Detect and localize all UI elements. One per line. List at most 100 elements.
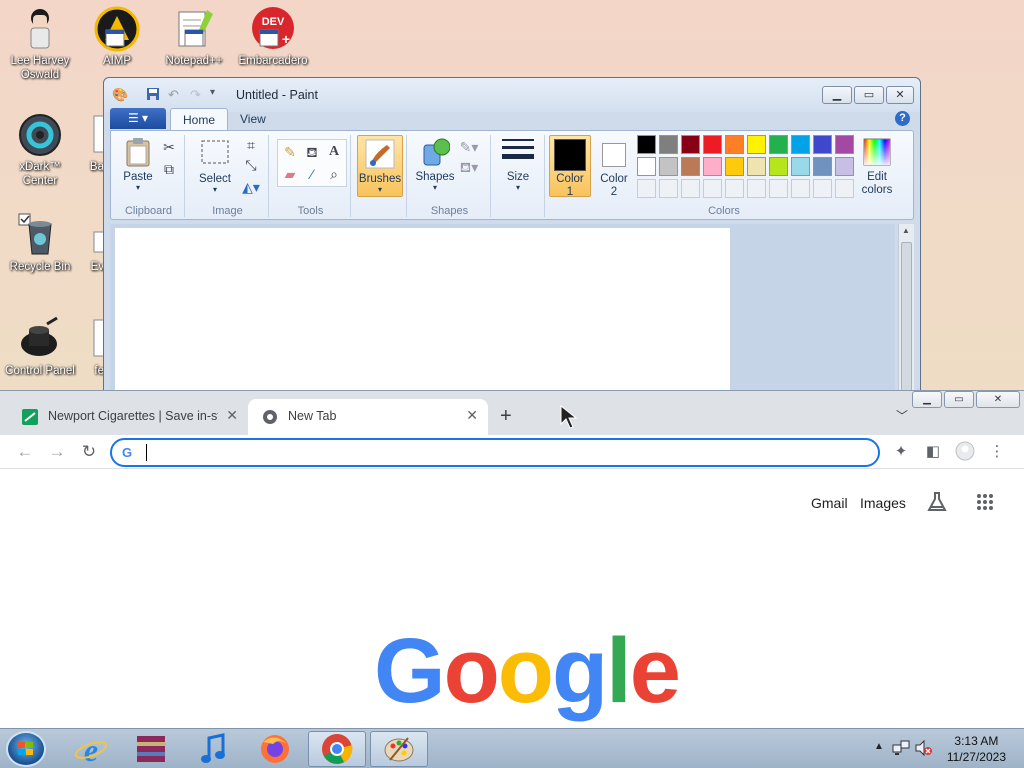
- color-swatch[interactable]: [681, 157, 700, 176]
- forward-icon[interactable]: →: [46, 441, 68, 463]
- size-button[interactable]: Size ▾: [499, 137, 537, 192]
- color-swatch[interactable]: [835, 135, 854, 154]
- scrollbar-thumb[interactable]: [901, 242, 912, 392]
- color-picker-icon[interactable]: ⁄: [302, 164, 322, 184]
- side-panel-icon[interactable]: ◧: [922, 441, 944, 463]
- desktop-icon-aimp[interactable]: AIMP: [77, 6, 157, 68]
- reload-icon[interactable]: ↻: [78, 441, 100, 463]
- pencil-icon[interactable]: ✎: [280, 142, 300, 162]
- vertical-scrollbar[interactable]: ▲: [898, 224, 914, 397]
- taskbar-firefox[interactable]: [246, 731, 304, 767]
- desktop-icon-xdark-center[interactable]: xDark™ Center: [0, 112, 80, 188]
- address-bar[interactable]: G: [110, 438, 880, 467]
- minimize-button[interactable]: ▁: [822, 86, 852, 104]
- chrome-window[interactable]: Newport Cigarettes | Save in-store ✕ New…: [0, 390, 1024, 728]
- text-icon[interactable]: A: [324, 142, 344, 162]
- crop-icon[interactable]: ⌗: [241, 135, 261, 155]
- color1-button[interactable]: Color 1: [549, 135, 591, 198]
- taskbar-internet-explorer[interactable]: e: [62, 731, 120, 768]
- color-swatch[interactable]: [769, 135, 788, 154]
- shape-fill-icon[interactable]: ⛾▾: [459, 157, 479, 177]
- start-button[interactable]: [6, 731, 46, 767]
- resize-icon[interactable]: ⤡: [241, 155, 261, 175]
- show-hidden-icons-icon[interactable]: ▲: [874, 741, 884, 752]
- close-button[interactable]: ✕: [976, 391, 1020, 408]
- drawing-canvas[interactable]: [115, 228, 730, 398]
- color-swatch[interactable]: [681, 135, 700, 154]
- paint-titlebar[interactable]: 🎨 ↶ ↷ ▾ Untitled - Paint ▁ ▭ ✕: [104, 78, 920, 112]
- close-icon[interactable]: ✕: [466, 407, 478, 424]
- minimize-button[interactable]: ▁: [912, 391, 942, 408]
- desktop-icon-recycle-bin[interactable]: Recycle Bin: [0, 212, 80, 274]
- color-swatch[interactable]: [813, 179, 832, 198]
- cut-icon[interactable]: ✂: [159, 137, 179, 157]
- network-icon[interactable]: [892, 739, 910, 762]
- outline-icon[interactable]: ✎▾: [459, 137, 479, 157]
- color-swatch[interactable]: [747, 157, 766, 176]
- tab-home[interactable]: Home: [170, 108, 229, 130]
- brushes-button[interactable]: Brushes ▾: [357, 135, 403, 197]
- help-icon[interactable]: ?: [895, 111, 910, 126]
- fill-icon[interactable]: ⛾: [302, 142, 322, 162]
- back-icon[interactable]: ←: [14, 441, 36, 463]
- paint-app-icon[interactable]: 🎨: [112, 87, 128, 103]
- color-swatch[interactable]: [659, 135, 678, 154]
- tab-view[interactable]: View: [228, 108, 278, 130]
- volume-muted-icon[interactable]: [914, 739, 932, 762]
- taskbar-chrome[interactable]: [308, 731, 366, 767]
- desktop-icon-fe[interactable]: fe: [80, 316, 104, 378]
- address-input[interactable]: [146, 443, 846, 462]
- color-swatch[interactable]: [725, 179, 744, 198]
- eraser-icon[interactable]: ▰: [280, 164, 300, 184]
- google-apps-icon[interactable]: [976, 493, 994, 516]
- color-swatch[interactable]: [769, 179, 788, 198]
- color-swatch[interactable]: [703, 179, 722, 198]
- paste-button[interactable]: Paste ▾: [119, 137, 157, 192]
- rotate-icon[interactable]: ◭▾: [241, 177, 261, 197]
- color-swatch[interactable]: [637, 135, 656, 154]
- maximize-button[interactable]: ▭: [944, 391, 974, 408]
- taskbar-paint[interactable]: [370, 731, 428, 767]
- clock[interactable]: 3:13 AM 11/27/2023: [947, 733, 1006, 765]
- color-swatch[interactable]: [791, 179, 810, 198]
- paint-window[interactable]: 🎨 ↶ ↷ ▾ Untitled - Paint ▁ ▭ ✕ ☰ ▾ Home …: [103, 77, 921, 398]
- magnifier-icon[interactable]: ⌕: [324, 164, 344, 184]
- desktop-icon-control-panel[interactable]: Control Panel: [0, 316, 80, 378]
- color-swatch[interactable]: [681, 179, 700, 198]
- copy-icon[interactable]: ⧉: [159, 159, 179, 179]
- color2-button[interactable]: Color 2: [595, 135, 633, 198]
- color-swatch[interactable]: [835, 157, 854, 176]
- color-swatch[interactable]: [835, 179, 854, 198]
- desktop-icon-embarcadero[interactable]: DEV + Embarcadero: [233, 6, 313, 68]
- desktop-icon-ba[interactable]: Ba: [80, 112, 104, 174]
- tab-newport[interactable]: Newport Cigarettes | Save in-store ✕: [8, 399, 248, 435]
- color-swatch[interactable]: [703, 135, 722, 154]
- customize-toolbar-icon[interactable]: ▾: [210, 87, 226, 103]
- color-swatch[interactable]: [791, 135, 810, 154]
- redo-icon[interactable]: ↷: [190, 87, 206, 103]
- color-swatch[interactable]: [637, 157, 656, 176]
- color-swatch[interactable]: [791, 157, 810, 176]
- gmail-link[interactable]: Gmail: [811, 495, 848, 511]
- kebab-menu-icon[interactable]: ⋮: [986, 441, 1008, 463]
- color-swatch[interactable]: [703, 157, 722, 176]
- maximize-button[interactable]: ▭: [854, 86, 884, 104]
- color-swatch[interactable]: [659, 179, 678, 198]
- taskbar-archive[interactable]: [122, 731, 180, 767]
- shapes-button[interactable]: Shapes ▾: [413, 137, 457, 192]
- paint-menu-button[interactable]: ☰ ▾: [110, 108, 166, 129]
- labs-flask-icon[interactable]: [926, 491, 948, 518]
- profile-avatar-icon[interactable]: [954, 441, 976, 463]
- new-tab-plus-icon[interactable]: +: [500, 405, 512, 428]
- color-swatch[interactable]: [769, 157, 788, 176]
- color-swatch[interactable]: [813, 135, 832, 154]
- color-swatch[interactable]: [725, 157, 744, 176]
- images-link[interactable]: Images: [860, 495, 906, 511]
- undo-icon[interactable]: ↶: [168, 87, 184, 103]
- color-swatch[interactable]: [747, 179, 766, 198]
- color-swatch[interactable]: [747, 135, 766, 154]
- close-button[interactable]: ✕: [886, 86, 914, 104]
- color-swatch[interactable]: [637, 179, 656, 198]
- desktop-icon-notepadpp[interactable]: Notepad++: [154, 6, 234, 68]
- desktop-icon-lee-harvey-oswald[interactable]: Lee Harvey Oswald: [0, 6, 80, 82]
